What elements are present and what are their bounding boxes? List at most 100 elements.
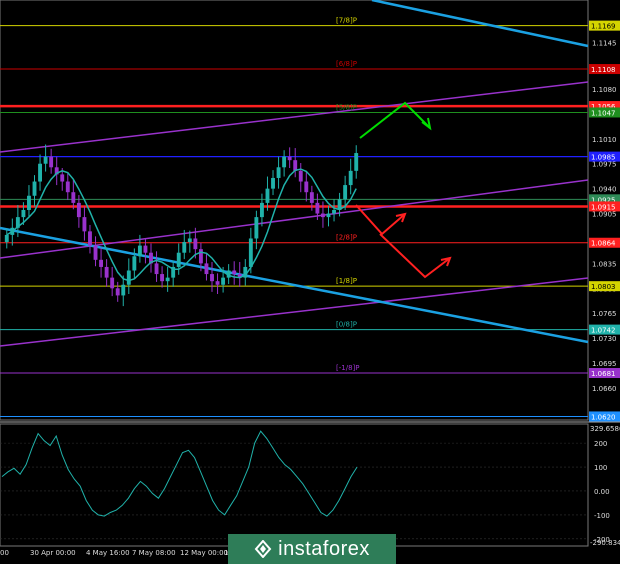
trend-line-upper xyxy=(371,0,589,48)
forecast-red-arrow-2 xyxy=(379,233,451,279)
candle-body-47 xyxy=(265,188,270,203)
y-tick-label-4: 1.0940 xyxy=(592,186,617,194)
osc-bottom-label: -290.834 xyxy=(590,539,620,547)
candle-body-27 xyxy=(154,263,159,275)
candle-body-28 xyxy=(160,274,165,282)
candle-body-22 xyxy=(126,270,131,285)
candle-body-38 xyxy=(215,281,220,285)
candle-body-39 xyxy=(221,277,226,285)
candle-body-25 xyxy=(143,245,148,253)
price-badge-text-1: 1.1108 xyxy=(591,66,616,74)
candle-body-13 xyxy=(76,202,81,218)
y-tick-label-8: 1.0765 xyxy=(592,310,617,318)
murrey-label-0: [7/8]P xyxy=(336,17,357,25)
brand-logo: instaforex xyxy=(228,534,396,564)
candle-body-7 xyxy=(43,156,48,164)
oscillator-line xyxy=(1,430,358,517)
candle-body-49 xyxy=(276,167,281,178)
candle-body-29 xyxy=(165,277,170,282)
y-tick-label-1: 1.1080 xyxy=(592,86,617,94)
candle-body-23 xyxy=(132,256,137,271)
y-tick-label-10: 1.0695 xyxy=(592,360,617,368)
candle-body-50 xyxy=(282,156,287,168)
candle-body-15 xyxy=(88,231,92,246)
osc-top-label: 329.6586 xyxy=(590,425,620,433)
candle-body-45 xyxy=(254,217,259,239)
candle-body-61 xyxy=(343,185,348,200)
candle-body-46 xyxy=(259,202,264,218)
price-badge-text-8: 1.0803 xyxy=(591,283,616,291)
candle-body-19 xyxy=(110,277,115,289)
osc-tick-label-1: 100 xyxy=(594,464,607,472)
candle-body-18 xyxy=(104,266,109,278)
price-badge-text-3: 1.1047 xyxy=(591,109,616,117)
candle-body-20 xyxy=(115,288,120,296)
candle-body-17 xyxy=(99,259,104,267)
candle-body-37 xyxy=(210,274,214,282)
candle-body-21 xyxy=(121,284,126,296)
x-tick-label-3: 12 May 00:00 xyxy=(180,549,228,557)
candle-body-62 xyxy=(348,170,353,186)
candle-body-16 xyxy=(93,245,98,260)
candle-body-5 xyxy=(32,181,37,196)
candle-body-24 xyxy=(137,245,142,257)
candle-body-0 xyxy=(4,234,9,243)
candle-body-57 xyxy=(321,213,325,218)
candle-body-41 xyxy=(232,270,237,275)
main-panel-frame xyxy=(0,0,589,421)
y-tick-label-9: 1.0730 xyxy=(592,335,617,343)
candle-body-58 xyxy=(326,213,331,218)
candle-body-4 xyxy=(27,195,31,210)
y-tick-label-11: 1.0660 xyxy=(592,385,617,393)
murrey-label-3: [2/8]P xyxy=(336,234,357,242)
x-tick-label-2: 7 May 08:00 xyxy=(132,549,176,557)
brand-mark-icon xyxy=(254,540,272,558)
price-badge-text-6: 1.0915 xyxy=(591,203,616,211)
x-tick-label-0: 30 Apr 00:00 xyxy=(30,549,76,557)
candle-body-55 xyxy=(309,192,314,203)
candle-body-32 xyxy=(182,242,187,253)
price-badge-text-9: 1.0742 xyxy=(591,327,616,335)
candle-body-8 xyxy=(49,156,54,168)
candle-body-6 xyxy=(38,163,42,182)
osc-tick-label-3: -100 xyxy=(594,512,610,520)
candle-body-3 xyxy=(21,210,26,218)
chart-stage: [7/8]P [6/8]P [5/8]P [2/8]P [1/8]P [0/8]P [-1/… xyxy=(0,0,620,564)
murrey-label-2: [5/8]P xyxy=(336,103,357,111)
channel-lower-line xyxy=(0,277,589,347)
channel-upper-line xyxy=(0,81,589,153)
candle-body-48 xyxy=(271,177,275,189)
candle-body-31 xyxy=(176,252,181,267)
candle-body-44 xyxy=(248,238,253,267)
y-tick-label-2: 1.1010 xyxy=(592,136,617,144)
price-badge-text-11: 1.0620 xyxy=(591,413,616,421)
candle-body-63 xyxy=(354,153,359,171)
y-tick-label-0: 1.1145 xyxy=(592,40,617,48)
candle-body-12 xyxy=(71,192,76,203)
candle-body-33 xyxy=(187,238,192,243)
price-badge-text-7: 1.0864 xyxy=(591,240,616,248)
oscillator-panel-frame xyxy=(0,423,589,547)
candle-body-56 xyxy=(315,202,320,214)
candle-body-34 xyxy=(193,238,198,250)
candle-body-35 xyxy=(198,249,203,264)
x-tick-label-1: 4 May 16:00 xyxy=(86,549,130,557)
osc-tick-label-2: 0.00 xyxy=(594,488,610,496)
candle-body-53 xyxy=(298,170,303,182)
y-tick-label-5: 1.0905 xyxy=(592,211,617,219)
y-tick-label-6: 1.0835 xyxy=(592,260,617,268)
brand-logo-text: instaforex xyxy=(278,537,370,560)
candle-body-36 xyxy=(204,263,209,275)
y-tick-label-3: 1.0975 xyxy=(592,161,617,169)
candle-body-14 xyxy=(82,217,87,232)
price-badge-text-10: 1.0681 xyxy=(591,370,616,378)
candle-body-54 xyxy=(304,181,309,193)
price-chart: [7/8]P [6/8]P [5/8]P [2/8]P [1/8]P [0/8]P [-1/… xyxy=(0,0,620,557)
murrey-label-1: [6/8]P xyxy=(336,60,357,68)
candle-body-10 xyxy=(60,174,65,182)
murrey-label-6: [-1/8]P xyxy=(336,364,359,372)
price-badge-text-0: 1.1169 xyxy=(591,23,616,31)
candle-body-11 xyxy=(65,181,70,193)
candle-body-51 xyxy=(287,156,292,161)
murrey-label-4: [1/8]P xyxy=(336,277,357,285)
